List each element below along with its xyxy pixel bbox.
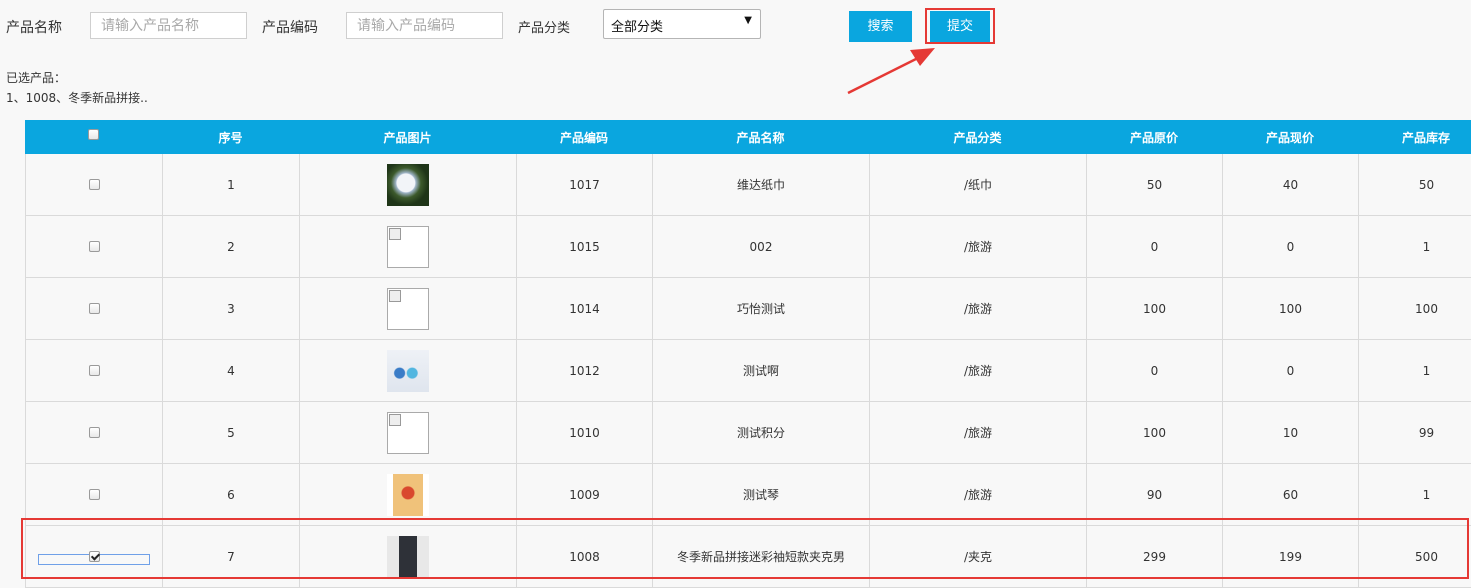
original-price: 90	[1086, 464, 1222, 525]
selected-row-highlight-box	[21, 518, 1469, 579]
header-name[interactable]: 产品名称	[652, 120, 869, 154]
selected-products-list: 1、1008、冬季新品拼接..	[6, 91, 148, 105]
table-row[interactable]: 2 1015 002/旅游 0 0 1	[25, 216, 1471, 278]
product-name: 维达纸巾	[652, 154, 869, 215]
product-image-cell	[299, 216, 516, 277]
product-name: 测试积分	[652, 402, 869, 463]
table-row[interactable]: 6 1009 测试琴/旅游 90 60 1	[25, 464, 1471, 526]
header-image[interactable]: 产品图片	[299, 120, 516, 154]
current-price: 100	[1222, 278, 1358, 339]
product-image-cell	[299, 278, 516, 339]
product-category: /旅游	[869, 340, 1086, 401]
product-code: 1014	[516, 278, 652, 339]
product-code: 1017	[516, 154, 652, 215]
product-name-input[interactable]	[90, 12, 247, 39]
table-row[interactable]: 1 1017 维达纸巾/纸巾 50 40 50	[25, 154, 1471, 216]
product-category: /旅游	[869, 278, 1086, 339]
chevron-down-icon: ▼	[744, 15, 752, 26]
header-current-price[interactable]: 产品现价	[1222, 120, 1358, 154]
current-price: 0	[1222, 340, 1358, 401]
row-select-cell	[25, 402, 162, 463]
table-row[interactable]: 4 1012 测试啊/旅游 0 0 1	[25, 340, 1471, 402]
row-index: 6	[162, 464, 299, 525]
row-index: 1	[162, 154, 299, 215]
selected-products: 已选产品： 1、1008、冬季新品拼接..	[6, 68, 148, 108]
table-row[interactable]: 3 1014 巧怡测试/旅游 100 100 100	[25, 278, 1471, 340]
product-stock: 1	[1358, 464, 1471, 525]
row-checkbox[interactable]	[88, 179, 100, 190]
original-price: 100	[1086, 278, 1222, 339]
header-index[interactable]: 序号	[162, 120, 299, 154]
original-price: 100	[1086, 402, 1222, 463]
row-index: 2	[162, 216, 299, 277]
product-name: 002	[652, 216, 869, 277]
row-select-cell	[25, 278, 162, 339]
current-price: 10	[1222, 402, 1358, 463]
broken-image-icon	[387, 411, 429, 454]
product-name: 巧怡测试	[652, 278, 869, 339]
selected-products-title: 已选产品：	[6, 71, 67, 85]
select-all-cell	[25, 120, 162, 154]
product-thumbnail	[387, 473, 429, 516]
broken-image-icon	[387, 287, 429, 330]
search-button[interactable]: 搜索	[849, 11, 912, 42]
category-select[interactable]: 全部分类 ▼	[603, 9, 761, 39]
arrow-annotation-icon	[847, 48, 935, 95]
product-name: 测试啊	[652, 340, 869, 401]
broken-image-icon	[387, 225, 429, 268]
product-code-input[interactable]	[346, 12, 503, 39]
row-select-cell	[25, 340, 162, 401]
product-stock: 1	[1358, 216, 1471, 277]
header-stock[interactable]: 产品库存	[1358, 120, 1471, 154]
product-code: 1010	[516, 402, 652, 463]
header-category[interactable]: 产品分类	[869, 120, 1086, 154]
submit-highlight-box	[925, 8, 995, 44]
product-category: /旅游	[869, 216, 1086, 277]
row-checkbox[interactable]	[88, 489, 100, 500]
original-price: 50	[1086, 154, 1222, 215]
product-stock: 100	[1358, 278, 1471, 339]
table-header: 序号 产品图片 产品编码 产品名称 产品分类 产品原价 产品现价 产品库存	[25, 120, 1471, 154]
product-name: 测试琴	[652, 464, 869, 525]
row-select-cell	[25, 216, 162, 277]
product-category: /旅游	[869, 402, 1086, 463]
product-image-cell	[299, 340, 516, 401]
current-price: 40	[1222, 154, 1358, 215]
row-select-cell	[25, 464, 162, 525]
product-stock: 50	[1358, 154, 1471, 215]
header-original-price[interactable]: 产品原价	[1086, 120, 1222, 154]
product-code: 1009	[516, 464, 652, 525]
current-price: 60	[1222, 464, 1358, 525]
row-select-cell	[25, 154, 162, 215]
product-category-label: 产品分类	[518, 21, 571, 36]
product-thumbnail	[387, 163, 429, 206]
header-code[interactable]: 产品编码	[516, 120, 652, 154]
table-row[interactable]: 5 1010 测试积分/旅游 100 10 99	[25, 402, 1471, 464]
product-stock: 1	[1358, 340, 1471, 401]
product-image-cell	[299, 464, 516, 525]
original-price: 0	[1086, 216, 1222, 277]
product-thumbnail	[387, 349, 429, 392]
product-category: /旅游	[869, 464, 1086, 525]
row-checkbox[interactable]	[88, 427, 100, 438]
product-name-label: 产品名称	[6, 20, 62, 36]
product-code-label: 产品编码	[262, 20, 318, 36]
row-index: 5	[162, 402, 299, 463]
current-price: 0	[1222, 216, 1358, 277]
row-index: 4	[162, 340, 299, 401]
product-category: /纸巾	[869, 154, 1086, 215]
product-code: 1012	[516, 340, 652, 401]
product-image-cell	[299, 154, 516, 215]
original-price: 0	[1086, 340, 1222, 401]
select-all-checkbox[interactable]	[88, 128, 99, 140]
row-index: 3	[162, 278, 299, 339]
product-image-cell	[299, 402, 516, 463]
row-checkbox[interactable]	[88, 241, 100, 252]
row-checkbox[interactable]	[88, 303, 100, 314]
product-code: 1015	[516, 216, 652, 277]
row-checkbox[interactable]	[88, 365, 100, 376]
category-select-value: 全部分类	[611, 20, 664, 35]
product-stock: 99	[1358, 402, 1471, 463]
filter-bar: 产品名称 产品编码 产品分类 全部分类 ▼ 搜索 提交	[0, 0, 1471, 60]
